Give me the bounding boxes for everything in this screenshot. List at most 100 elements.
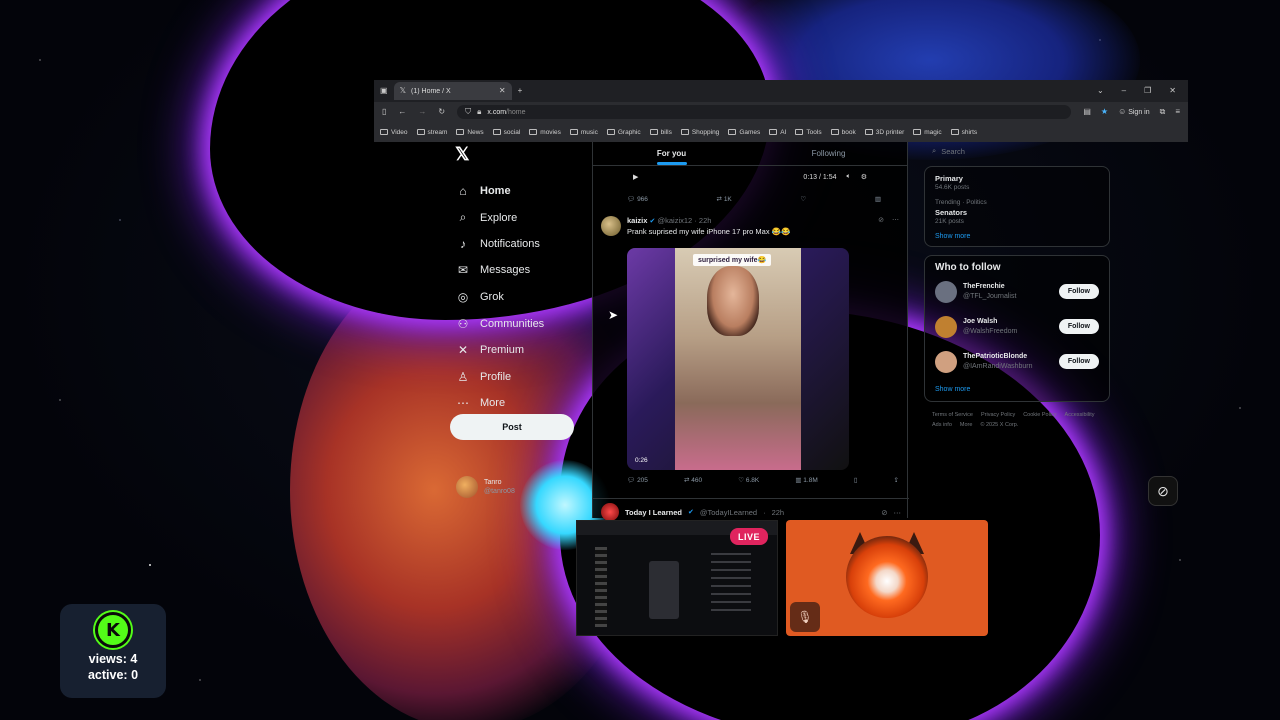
footer-link[interactable]: Privacy Policy: [981, 412, 1015, 418]
repost-action[interactable]: ⇄ 1K: [717, 195, 732, 203]
bookmark-folder[interactable]: News: [456, 129, 484, 136]
avatar[interactable]: [601, 503, 619, 521]
post-button[interactable]: Post: [450, 414, 574, 440]
footer-link[interactable]: Ads info: [932, 422, 952, 428]
bookmark-star-icon[interactable]: ★: [1101, 108, 1108, 116]
nav-item-notifications[interactable]: ♪ Notifications: [456, 237, 540, 251]
reply-action[interactable]: 💬︎ 966: [627, 195, 648, 203]
tweet[interactable]: Today I Learned ✔ @TodayILearned · 22h ⊘…: [593, 498, 909, 521]
trend-item[interactable]: Primary 54.6K posts: [935, 174, 1099, 193]
nav-item-grok[interactable]: ◎ Grok: [456, 290, 504, 304]
tab-x-home[interactable]: 𝕏 (1) Home / X ✕: [393, 82, 512, 100]
follow-button[interactable]: Follow: [1058, 284, 1099, 300]
back-icon[interactable]: ←: [398, 108, 406, 116]
footer-link[interactable]: Terms of Service: [932, 412, 973, 418]
volume-icon[interactable]: 🔈︎: [847, 173, 851, 181]
menu-icon[interactable]: ≡: [1175, 108, 1180, 116]
views-action[interactable]: ▥ 1.8M: [795, 476, 817, 484]
like-action[interactable]: ♡: [800, 195, 806, 203]
bookmark-folder[interactable]: Video: [380, 129, 408, 136]
trend-item[interactable]: Trending · Politics Senators 21K posts: [935, 199, 1099, 227]
nav-item-explore[interactable]: ⌕ Explore: [456, 210, 518, 225]
follow-suggestion[interactable]: Joe Walsh @WalshFreedom Follow: [935, 315, 1099, 338]
grok-icon[interactable]: ⊘: [881, 508, 887, 517]
close-window-icon[interactable]: ✕: [1169, 87, 1176, 95]
sign-in-button[interactable]: ☺ Sign in: [1118, 108, 1150, 117]
address-bar[interactable]: ⛉ 🔒︎ x.com/home: [457, 105, 1072, 119]
bookmark-folder[interactable]: movies: [529, 129, 561, 136]
like-action[interactable]: ♡ 6.8K: [738, 476, 759, 484]
nav-item-messages[interactable]: ✉ Messages: [456, 263, 530, 277]
sidebar-icon[interactable]: ▯: [382, 108, 386, 116]
nav-item-communities[interactable]: ⚇ Communities: [456, 317, 545, 331]
maximize-icon[interactable]: ❐: [1144, 87, 1151, 95]
bookmark-folder[interactable]: Graphic: [606, 129, 641, 136]
tweet-time[interactable]: 22h: [772, 508, 785, 517]
bookmark-folder[interactable]: shirts: [950, 129, 977, 136]
follow-show-more-link[interactable]: Show more: [935, 386, 1099, 393]
trends-show-more-link[interactable]: Show more: [935, 233, 1099, 240]
plus-icon[interactable]: +: [518, 87, 523, 95]
grok-floating-icon[interactable]: ⊘: [1148, 476, 1178, 506]
play-icon[interactable]: ▶: [633, 173, 638, 181]
tab-following[interactable]: Following: [750, 142, 907, 165]
forward-icon[interactable]: →: [418, 108, 426, 116]
views-action[interactable]: ▥: [875, 195, 881, 203]
footer-link[interactable]: Cookie Policy: [1023, 412, 1056, 418]
bookmark-folder[interactable]: AI: [769, 129, 786, 136]
footer-link[interactable]: Accessibility: [1065, 412, 1095, 418]
follow-suggestion[interactable]: TheFrenchie @TFL_Journalist Follow: [935, 280, 1099, 303]
tab-groups-icon[interactable]: ▣: [380, 87, 388, 95]
bookmark-folder[interactable]: book: [830, 129, 856, 136]
share-icon[interactable]: ⇪: [894, 476, 899, 484]
extensions-icon[interactable]: ⧉: [1160, 108, 1166, 116]
minimize-icon[interactable]: –: [1122, 87, 1126, 95]
tweet-time[interactable]: 22h: [699, 216, 712, 225]
avatar[interactable]: [601, 216, 621, 236]
tweet-author-handle[interactable]: @kaizix12: [658, 216, 693, 225]
reply-action[interactable]: 💬︎ 205: [627, 476, 648, 484]
bookmark-folder[interactable]: Tools: [795, 129, 822, 136]
tweet-video[interactable]: surprised my wife😂 0:26: [627, 248, 849, 470]
nav-item-profile[interactable]: ♙ Profile: [456, 370, 512, 384]
bookmark-folder[interactable]: social: [492, 129, 520, 136]
bookmark-folder[interactable]: magic: [913, 129, 942, 136]
settings-icon[interactable]: ⚙: [861, 173, 867, 181]
chevron-down-icon[interactable]: ⌄: [1097, 87, 1104, 95]
search-input[interactable]: ⌕ Search: [924, 142, 1110, 160]
bookmark-icon[interactable]: ▯: [854, 476, 858, 484]
account-switcher[interactable]: Tanro @tanro08: [456, 476, 515, 498]
translate-icon[interactable]: ▤: [1083, 108, 1091, 116]
bookmark-folder[interactable]: bills: [649, 129, 672, 136]
more-icon[interactable]: ⋯: [894, 508, 902, 517]
bookmark-folder[interactable]: 3D printer: [864, 129, 904, 136]
bookmark-folder[interactable]: stream: [416, 129, 447, 136]
follow-button[interactable]: Follow: [1058, 319, 1099, 335]
tweet[interactable]: kaizix ✔ @kaizix12 · 22h Prank suprised …: [593, 210, 907, 238]
footer-link[interactable]: © 2025 X Corp.: [980, 422, 1018, 428]
tweet-author-handle[interactable]: @TodayILearned: [700, 508, 757, 517]
bookmark-folder[interactable]: Shopping: [680, 129, 719, 136]
avatar[interactable]: [935, 315, 957, 338]
reload-icon[interactable]: ↻: [438, 108, 445, 116]
repost-action[interactable]: ⇄ 460: [684, 476, 702, 484]
bookmark-folder[interactable]: Games: [728, 129, 760, 136]
avatar[interactable]: [935, 350, 957, 373]
x-logo[interactable]: 𝕏: [455, 144, 470, 165]
shield-icon[interactable]: ⛉: [465, 108, 471, 116]
bookmark-folder[interactable]: music: [569, 129, 598, 136]
nav-item-home[interactable]: ⌂ Home: [456, 184, 510, 198]
grok-icon[interactable]: ⊘: [878, 216, 884, 238]
more-icon[interactable]: ⋯: [892, 216, 899, 238]
nav-item-more[interactable]: ⋯ More: [456, 396, 505, 410]
close-tab-icon[interactable]: ✕: [499, 87, 506, 95]
tweet-author-name[interactable]: kaizix: [627, 216, 647, 225]
nav-item-premium[interactable]: ✕ Premium: [456, 343, 524, 357]
tweet-author-name[interactable]: Today I Learned: [625, 508, 682, 517]
lock-icon[interactable]: 🔒︎: [477, 108, 481, 116]
follow-button[interactable]: Follow: [1058, 354, 1099, 370]
avatar[interactable]: [935, 280, 957, 303]
tab-for-you[interactable]: For you: [593, 142, 750, 165]
footer-link[interactable]: More: [960, 422, 973, 428]
follow-suggestion[interactable]: ThePatrioticBlonde @IAmRandiWashburn Follo…: [935, 350, 1099, 373]
